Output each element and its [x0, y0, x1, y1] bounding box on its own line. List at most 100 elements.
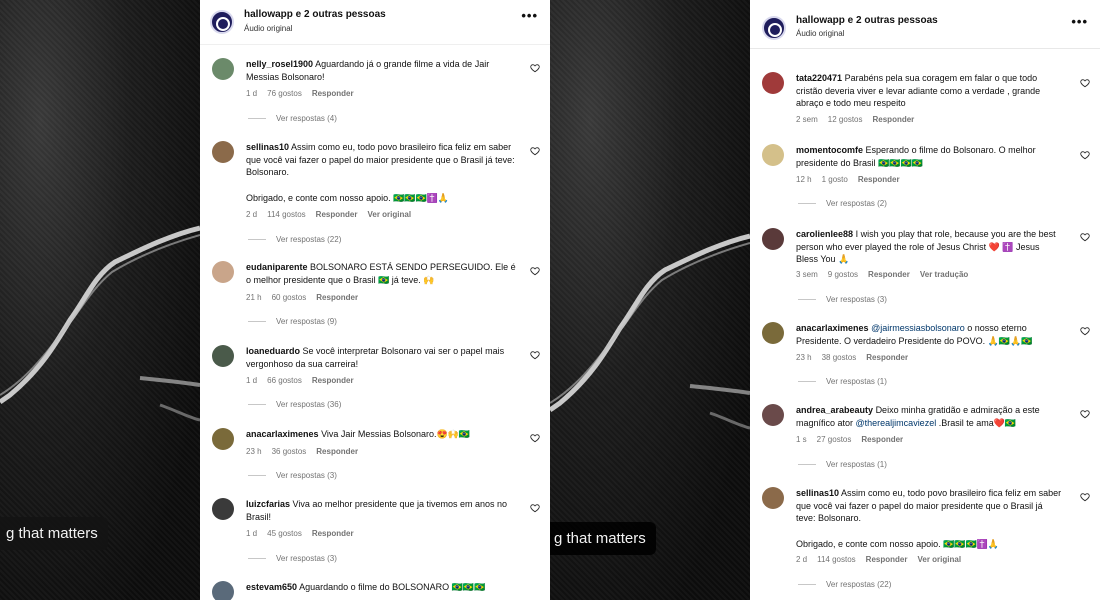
likes-count[interactable]: 60 gostos: [272, 293, 307, 302]
comment-text: momentocomfe Esperando o filme do Bolson…: [796, 145, 1036, 168]
comment-username[interactable]: estevam650: [246, 582, 297, 592]
likes-count[interactable]: 76 gostos: [267, 89, 302, 98]
view-replies-button[interactable]: Ver respostas (4): [248, 114, 337, 123]
see-original-button[interactable]: Ver original: [367, 210, 411, 219]
more-options-icon[interactable]: •••: [1071, 14, 1088, 29]
likes-count[interactable]: 114 gostos: [267, 210, 306, 219]
comment-meta: 23 h 36 gostos Responder: [246, 447, 359, 456]
view-replies-button[interactable]: Ver respostas (36): [248, 400, 341, 409]
comment-username[interactable]: momentocomfe: [796, 145, 863, 155]
translate-button[interactable]: Ver tradução: [920, 270, 968, 279]
reply-button[interactable]: Responder: [316, 210, 358, 219]
likes-count[interactable]: 114 gostos: [817, 555, 856, 564]
hallowapp-avatar[interactable]: [762, 16, 786, 40]
comment-username[interactable]: anacarlaximenes: [246, 429, 319, 439]
avatar[interactable]: [762, 72, 784, 94]
heart-icon[interactable]: [1080, 326, 1090, 336]
likes-count[interactable]: 36 gostos: [272, 447, 307, 456]
mention-link[interactable]: @jairmessiasbolsonaro: [871, 323, 965, 333]
heart-icon[interactable]: [1080, 492, 1090, 502]
header-title[interactable]: hallowapp e 2 outras pessoas: [244, 9, 386, 20]
likes-count[interactable]: 27 gostos: [817, 435, 852, 444]
heart-icon[interactable]: [1080, 78, 1090, 88]
likes-count[interactable]: 66 gostos: [267, 376, 302, 385]
avatar[interactable]: [212, 141, 234, 163]
avatar[interactable]: [212, 581, 234, 600]
comment-meta: 1 d 76 gostos Responder: [246, 89, 354, 98]
heart-icon[interactable]: [1080, 150, 1090, 160]
view-replies-button[interactable]: Ver respostas (3): [248, 471, 337, 480]
reply-button[interactable]: Responder: [866, 555, 908, 564]
comment-meta: 3 sem 9 gostos Responder Ver tradução: [796, 270, 969, 279]
view-replies-button[interactable]: Ver respostas (9): [248, 317, 337, 326]
avatar[interactable]: [212, 261, 234, 283]
reply-button[interactable]: Responder: [861, 435, 903, 444]
comment-text: anacarlaximenes Viva Jair Messias Bolson…: [246, 429, 471, 439]
header-audio-label[interactable]: Áudio original: [796, 29, 844, 38]
comment-username[interactable]: nelly_rosel1900: [246, 59, 313, 69]
reply-button[interactable]: Responder: [312, 376, 354, 385]
comment-username[interactable]: tata220471: [796, 73, 842, 83]
heart-icon[interactable]: [530, 503, 540, 513]
avatar[interactable]: [762, 404, 784, 426]
comment-username[interactable]: eudaniparente: [246, 262, 308, 272]
reply-button[interactable]: Responder: [866, 353, 908, 362]
avatar[interactable]: [762, 228, 784, 250]
header-title[interactable]: hallowapp e 2 outras pessoas: [796, 15, 938, 26]
comment-username[interactable]: anacarlaximenes: [796, 323, 869, 333]
view-replies-button[interactable]: Ver respostas (3): [248, 554, 337, 563]
comment-username[interactable]: loaneduardo: [246, 346, 300, 356]
comment-username[interactable]: carolienlee88: [796, 229, 853, 239]
likes-count[interactable]: 12 gostos: [828, 115, 863, 124]
comments-header: hallowapp e 2 outras pessoas Áudio origi…: [750, 0, 1100, 49]
comment-username[interactable]: sellinas10: [796, 488, 839, 498]
header-audio-label[interactable]: Áudio original: [244, 24, 292, 33]
avatar[interactable]: [762, 487, 784, 509]
heart-icon[interactable]: [530, 266, 540, 276]
comment-text: sellinas10 Assim como eu, todo povo bras…: [246, 142, 515, 177]
comment-text: carolienlee88 I wish you play that role,…: [796, 229, 1056, 264]
likes-count[interactable]: 38 gostos: [822, 353, 857, 362]
mention-link[interactable]: @therealjimcaviezel: [856, 418, 937, 428]
left-comments-panel: hallowapp e 2 outras pessoas Áudio origi…: [200, 0, 550, 600]
view-replies-button[interactable]: Ver respostas (22): [248, 235, 341, 244]
comment-username[interactable]: luizcfarias: [246, 499, 290, 509]
view-replies-button[interactable]: Ver respostas (22): [798, 580, 891, 589]
reply-button[interactable]: Responder: [858, 175, 900, 184]
avatar[interactable]: [762, 322, 784, 344]
likes-count[interactable]: 45 gostos: [267, 529, 302, 538]
heart-icon[interactable]: [530, 350, 540, 360]
comment-meta: 1 s 27 gostos Responder: [796, 435, 904, 444]
comment-username[interactable]: andrea_arabeauty: [796, 405, 873, 415]
avatar[interactable]: [212, 498, 234, 520]
more-options-icon[interactable]: •••: [521, 8, 538, 23]
reply-button[interactable]: Responder: [868, 270, 910, 279]
view-replies-button[interactable]: Ver respostas (1): [798, 377, 887, 386]
heart-icon[interactable]: [1080, 232, 1090, 242]
view-replies-button[interactable]: Ver respostas (2): [798, 199, 887, 208]
heart-icon[interactable]: [530, 146, 540, 156]
reply-button[interactable]: Responder: [312, 529, 354, 538]
comment-username[interactable]: sellinas10: [246, 142, 289, 152]
wave-shoreline-graphic: [550, 233, 750, 430]
comment-text-continued: Obrigado, e conte com nosso apoio. 🇧🇷🇧🇷🇧…: [246, 193, 450, 203]
heart-icon[interactable]: [530, 63, 540, 73]
avatar[interactable]: [212, 345, 234, 367]
see-original-button[interactable]: Ver original: [917, 555, 961, 564]
hallowapp-avatar[interactable]: [210, 10, 234, 34]
likes-count[interactable]: 1 gosto: [822, 175, 848, 184]
view-replies-button[interactable]: Ver respostas (3): [798, 295, 887, 304]
avatar[interactable]: [212, 428, 234, 450]
reply-button[interactable]: Responder: [316, 293, 358, 302]
comment-text: loaneduardo Se você interpretar Bolsonar…: [246, 346, 505, 369]
reply-button[interactable]: Responder: [316, 447, 358, 456]
avatar[interactable]: [762, 144, 784, 166]
likes-count[interactable]: 9 gostos: [828, 270, 858, 279]
reply-button[interactable]: Responder: [873, 115, 915, 124]
reply-button[interactable]: Responder: [312, 89, 354, 98]
comment-text: tata220471 Parabéns pela sua coragem em …: [796, 73, 1041, 108]
avatar[interactable]: [212, 58, 234, 80]
heart-icon[interactable]: [530, 433, 540, 443]
heart-icon[interactable]: [1080, 409, 1090, 419]
view-replies-button[interactable]: Ver respostas (1): [798, 460, 887, 469]
